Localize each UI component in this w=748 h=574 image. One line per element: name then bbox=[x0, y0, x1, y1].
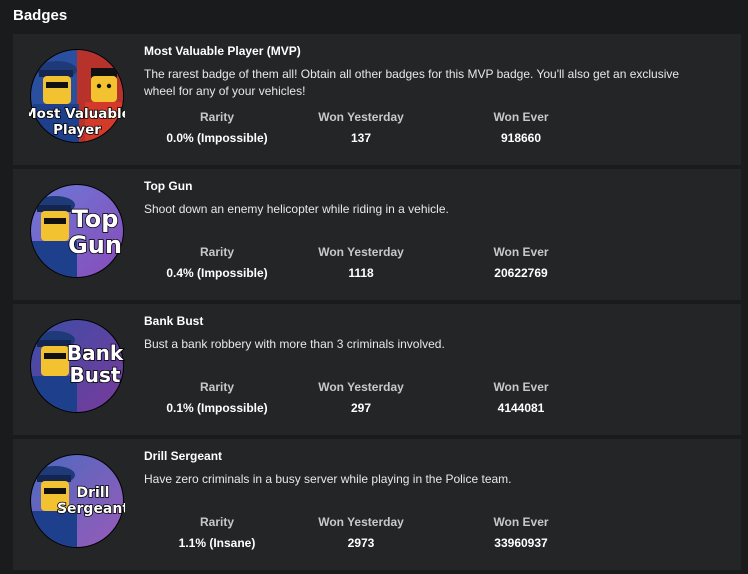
rarity-stat: Rarity 0.1% (Impossible) bbox=[137, 380, 297, 415]
badge-list: Most Valuable Player Most Valuable Playe… bbox=[13, 34, 741, 574]
rarity-value: 1.1% (Insane) bbox=[178, 536, 256, 550]
badge-stats: Rarity 1.1% (Insane) Won Yesterday 2973 … bbox=[144, 515, 604, 555]
badge-stats: Rarity 0.4% (Impossible) Won Yesterday 1… bbox=[144, 245, 604, 285]
won-ever-value: 918660 bbox=[500, 131, 542, 145]
won-yesterday-label: Won Yesterday bbox=[318, 380, 404, 394]
badge-description: The rarest badge of them all! Obtain all… bbox=[144, 67, 680, 98]
won-yesterday-stat: Won Yesterday 297 bbox=[281, 380, 441, 415]
badge-card-top-gun[interactable]: Top Gun Top Gun Shoot down an enemy heli… bbox=[13, 169, 741, 300]
top-gun-icon-text-1: Top bbox=[72, 205, 119, 233]
won-ever-label: Won Ever bbox=[493, 380, 549, 394]
won-ever-stat: Won Ever 4144081 bbox=[441, 380, 601, 415]
won-ever-label: Won Ever bbox=[493, 515, 549, 529]
won-yesterday-value: 297 bbox=[350, 401, 372, 415]
won-ever-stat: Won Ever 33960937 bbox=[441, 515, 601, 550]
badge-card-mvp[interactable]: Most Valuable Player Most Valuable Playe… bbox=[13, 34, 741, 165]
badge-stats: Rarity 0.1% (Impossible) Won Yesterday 2… bbox=[144, 380, 604, 420]
rarity-value: 0.0% (Impossible) bbox=[166, 131, 268, 145]
top-gun-icon-text-2: Gun bbox=[68, 231, 122, 259]
won-ever-label: Won Ever bbox=[493, 245, 549, 259]
rarity-stat: Rarity 0.4% (Impossible) bbox=[137, 245, 297, 280]
won-ever-label: Won Ever bbox=[493, 110, 549, 124]
won-yesterday-stat: Won Yesterday 1118 bbox=[281, 245, 441, 280]
won-yesterday-stat: Won Yesterday 137 bbox=[281, 110, 441, 145]
won-ever-value: 20622769 bbox=[494, 266, 548, 280]
badge-card-bank-bust[interactable]: Bank Bust Bank Bust Bust a bank robbery … bbox=[13, 304, 741, 435]
won-yesterday-value: 2973 bbox=[347, 536, 375, 550]
rarity-value: 0.1% (Impossible) bbox=[166, 401, 268, 415]
won-yesterday-value: 1118 bbox=[348, 266, 374, 280]
badge-description: Shoot down an enemy helicopter while rid… bbox=[144, 202, 449, 216]
won-ever-value: 4144081 bbox=[497, 401, 545, 415]
badge-description: Have zero criminals in a busy server whi… bbox=[144, 472, 512, 486]
won-ever-stat: Won Ever 20622769 bbox=[441, 245, 601, 280]
badge-card-drill-sergeant[interactable]: Drill Sergeant Drill Sergeant Have zero … bbox=[13, 439, 741, 570]
badge-name: Most Valuable Player (MVP) bbox=[144, 44, 301, 58]
rarity-label: Rarity bbox=[199, 380, 234, 394]
drill-sergeant-badge-icon[interactable]: Drill Sergeant bbox=[29, 453, 125, 549]
badge-name: Bank Bust bbox=[144, 314, 204, 328]
won-ever-value: 33960937 bbox=[494, 536, 548, 550]
bank-bust-badge-icon[interactable]: Bank Bust bbox=[29, 318, 125, 414]
mvp-icon-text-1: Most Valuable bbox=[29, 106, 125, 122]
rarity-value: 0.4% (Impossible) bbox=[166, 266, 268, 280]
top-gun-badge-icon[interactable]: Top Gun bbox=[29, 183, 125, 279]
drill-sergeant-icon-text-2: Sergeant bbox=[57, 501, 125, 517]
rarity-label: Rarity bbox=[199, 515, 234, 529]
badge-description: Bust a bank robbery with more than 3 cri… bbox=[144, 337, 445, 351]
won-yesterday-stat: Won Yesterday 2973 bbox=[281, 515, 441, 550]
won-yesterday-value: 137 bbox=[350, 131, 372, 145]
bank-bust-icon-text-1: Bank bbox=[67, 341, 124, 365]
won-yesterday-label: Won Yesterday bbox=[318, 515, 404, 529]
rarity-stat: Rarity 1.1% (Insane) bbox=[137, 515, 297, 550]
won-yesterday-label: Won Yesterday bbox=[318, 245, 404, 259]
drill-sergeant-icon-text-1: Drill bbox=[77, 485, 110, 501]
rarity-stat: Rarity 0.0% (Impossible) bbox=[137, 110, 297, 145]
badge-name: Top Gun bbox=[144, 179, 193, 193]
bank-bust-icon-text-2: Bust bbox=[70, 363, 121, 387]
badge-name: Drill Sergeant bbox=[144, 449, 223, 463]
won-ever-stat: Won Ever 918660 bbox=[441, 110, 601, 145]
section-title: Badges bbox=[13, 7, 68, 24]
badge-stats: Rarity 0.0% (Impossible) Won Yesterday 1… bbox=[144, 110, 604, 150]
rarity-label: Rarity bbox=[199, 110, 234, 124]
won-yesterday-label: Won Yesterday bbox=[318, 110, 404, 124]
rarity-label: Rarity bbox=[199, 245, 234, 259]
mvp-icon-text-2: Player bbox=[53, 122, 101, 138]
mvp-badge-icon[interactable]: Most Valuable Player bbox=[29, 48, 125, 144]
